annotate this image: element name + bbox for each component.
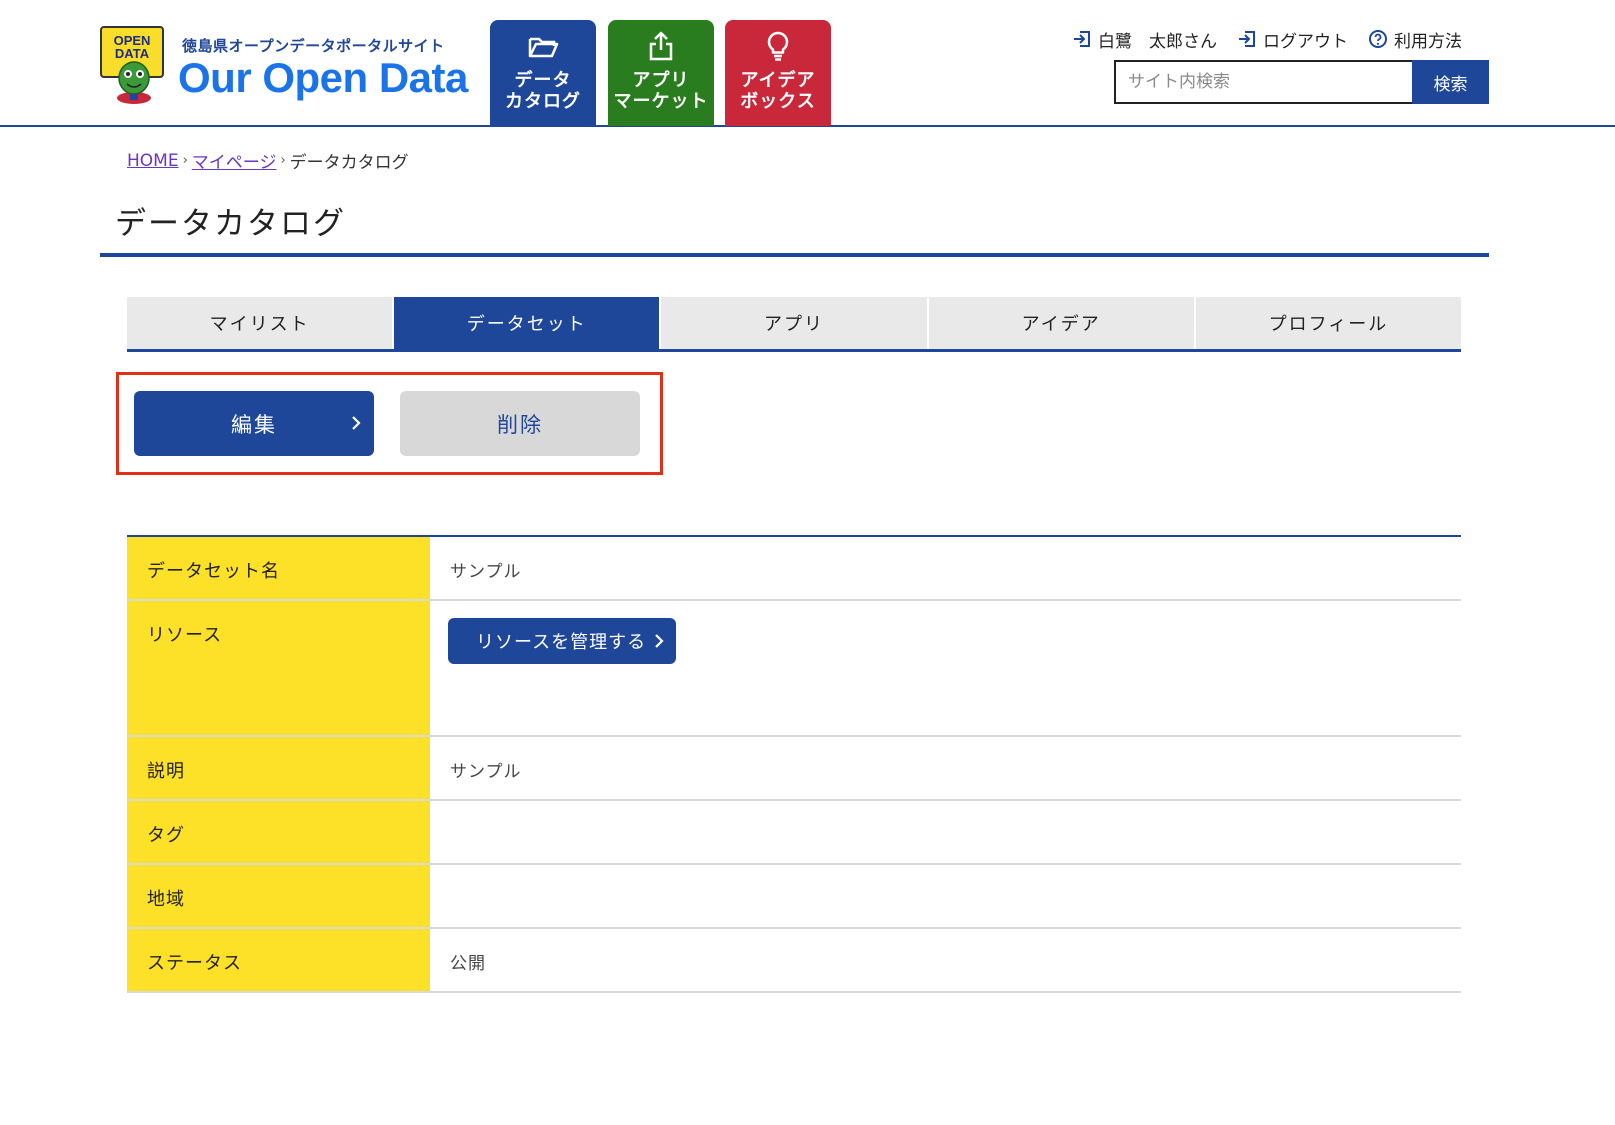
tab-mylist[interactable]: マイリスト xyxy=(127,297,395,349)
breadcrumb-current: データカタログ xyxy=(289,153,409,173)
search-input[interactable] xyxy=(1114,60,1412,104)
tab-dataset[interactable]: データセット xyxy=(394,297,662,349)
chevron-right-icon xyxy=(352,416,361,430)
dataset-detail-table: データセット名 サンプル リソース リソースを管理する 説明 サンプル タグ 地… xyxy=(127,535,1461,993)
tab-ideas[interactable]: アイデア xyxy=(928,297,1196,349)
detail-row-status: ステータス 公開 xyxy=(127,929,1461,993)
nav-idea-box-label: アイデア ボックス xyxy=(740,70,816,112)
help-link[interactable]: 利用方法 xyxy=(1368,27,1462,52)
page-title: データカタログ xyxy=(115,206,346,242)
nav-data-catalog-label: データ カタログ xyxy=(505,70,581,112)
detail-value: 公開 xyxy=(450,954,486,974)
detail-value: サンプル xyxy=(450,562,522,582)
logout-link[interactable]: ログアウト xyxy=(1237,27,1348,52)
tab-apps[interactable]: アプリ xyxy=(661,297,929,349)
detail-label: リソース xyxy=(127,601,430,735)
mascot-icon xyxy=(117,61,151,104)
user-name: 白鷺 太郎さん xyxy=(1098,31,1217,52)
nav-idea-box[interactable]: アイデア ボックス xyxy=(725,20,831,126)
search-button[interactable]: 検索 xyxy=(1412,60,1489,104)
breadcrumb-home[interactable]: HOME xyxy=(127,151,179,171)
detail-row-description: 説明 サンプル xyxy=(127,737,1461,801)
folder-open-icon xyxy=(528,37,559,58)
detail-label: 説明 xyxy=(127,737,430,799)
detail-label: タグ xyxy=(127,801,430,863)
help-label: 利用方法 xyxy=(1394,31,1462,52)
nav-app-market-label: アプリ マーケット xyxy=(613,70,709,112)
user-profile-link[interactable]: 白鷺 太郎さん xyxy=(1072,27,1217,52)
logo-title: Our Open Data xyxy=(178,54,468,101)
tab-profile[interactable]: プロフィール xyxy=(1195,297,1462,349)
detail-row-name: データセット名 サンプル xyxy=(127,537,1461,601)
chevron-right-icon xyxy=(655,634,664,648)
title-divider xyxy=(100,253,1489,257)
share-upload-icon xyxy=(649,31,673,61)
edit-button[interactable]: 編集 xyxy=(134,391,374,456)
help-icon xyxy=(1369,30,1387,48)
detail-row-tags: タグ xyxy=(127,801,1461,865)
logo-subtitle: 徳島県オープンデータポータルサイト xyxy=(182,37,445,55)
edit-button-label: 編集 xyxy=(231,412,277,437)
logout-icon xyxy=(1239,31,1255,47)
detail-label: ステータス xyxy=(127,929,430,991)
site-logo[interactable]: OPEN DATA 徳島県オープンデータポータルサイト Our Open Dat… xyxy=(100,26,470,108)
delete-button-label: 削除 xyxy=(497,412,543,437)
breadcrumb: HOME › マイページ › データカタログ xyxy=(127,148,409,174)
detail-value: サンプル xyxy=(450,762,522,782)
manage-resources-label: リソースを管理する xyxy=(476,632,647,653)
detail-label: 地域 xyxy=(127,865,430,927)
detail-value xyxy=(430,801,1461,863)
logout-label: ログアウト xyxy=(1263,31,1348,52)
nav-app-market[interactable]: アプリ マーケット xyxy=(608,20,714,126)
nav-data-catalog[interactable]: データ カタログ xyxy=(490,20,596,126)
detail-value: リソースを管理する xyxy=(430,601,1461,735)
breadcrumb-mypage[interactable]: マイページ xyxy=(192,148,277,173)
detail-row-region: 地域 xyxy=(127,865,1461,929)
login-icon xyxy=(1074,31,1090,47)
lightbulb-icon xyxy=(767,31,789,61)
detail-row-resource: リソース リソースを管理する xyxy=(127,601,1461,737)
breadcrumb-separator: › xyxy=(280,153,286,168)
mypage-tabs: マイリスト データセット アプリ アイデア プロフィール xyxy=(127,297,1462,352)
delete-button[interactable]: 削除 xyxy=(400,391,640,456)
detail-value xyxy=(430,865,1461,927)
user-links: 白鷺 太郎さん ログアウト 利用方法 xyxy=(1072,26,1462,52)
site-search: 検索 xyxy=(1114,60,1489,104)
manage-resources-button[interactable]: リソースを管理する xyxy=(448,618,677,664)
breadcrumb-separator: › xyxy=(182,153,188,168)
detail-label: データセット名 xyxy=(127,537,430,599)
site-header: OPEN DATA 徳島県オープンデータポータルサイト Our Open Dat… xyxy=(0,0,1615,127)
